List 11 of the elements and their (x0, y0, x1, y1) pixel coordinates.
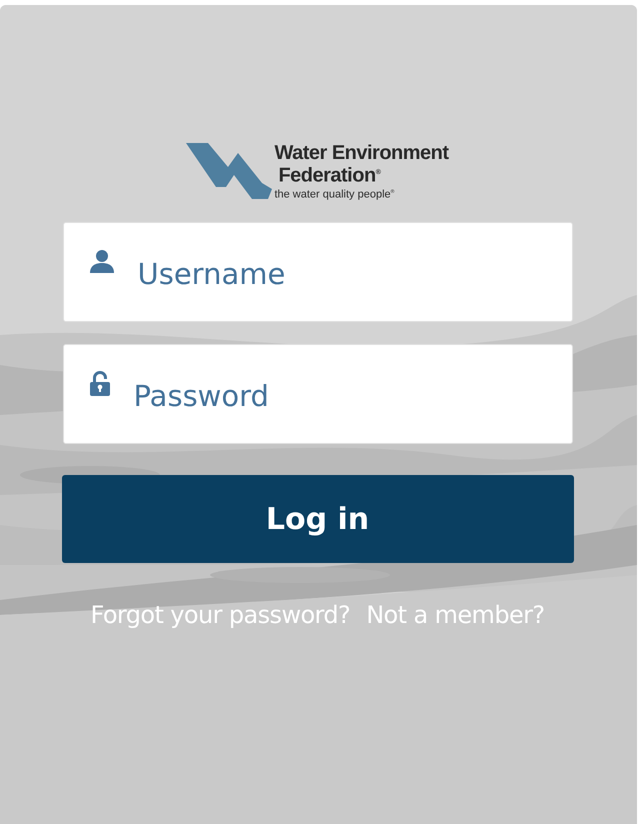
lock-icon (88, 371, 110, 398)
logo-icon (186, 143, 272, 199)
password-input[interactable]: Password (134, 379, 572, 414)
login-button[interactable]: Log in (62, 475, 574, 564)
user-icon (88, 249, 114, 276)
logo-tagline: the water quality people$^{®}$ (274, 187, 394, 202)
password-field[interactable]: Password (62, 344, 572, 444)
username-input[interactable]: Username (138, 257, 572, 292)
logo-title: Federation$^{®}$ (278, 164, 380, 186)
username-field[interactable]: Username (62, 222, 572, 322)
logo-title: Water Environment (274, 143, 449, 163)
